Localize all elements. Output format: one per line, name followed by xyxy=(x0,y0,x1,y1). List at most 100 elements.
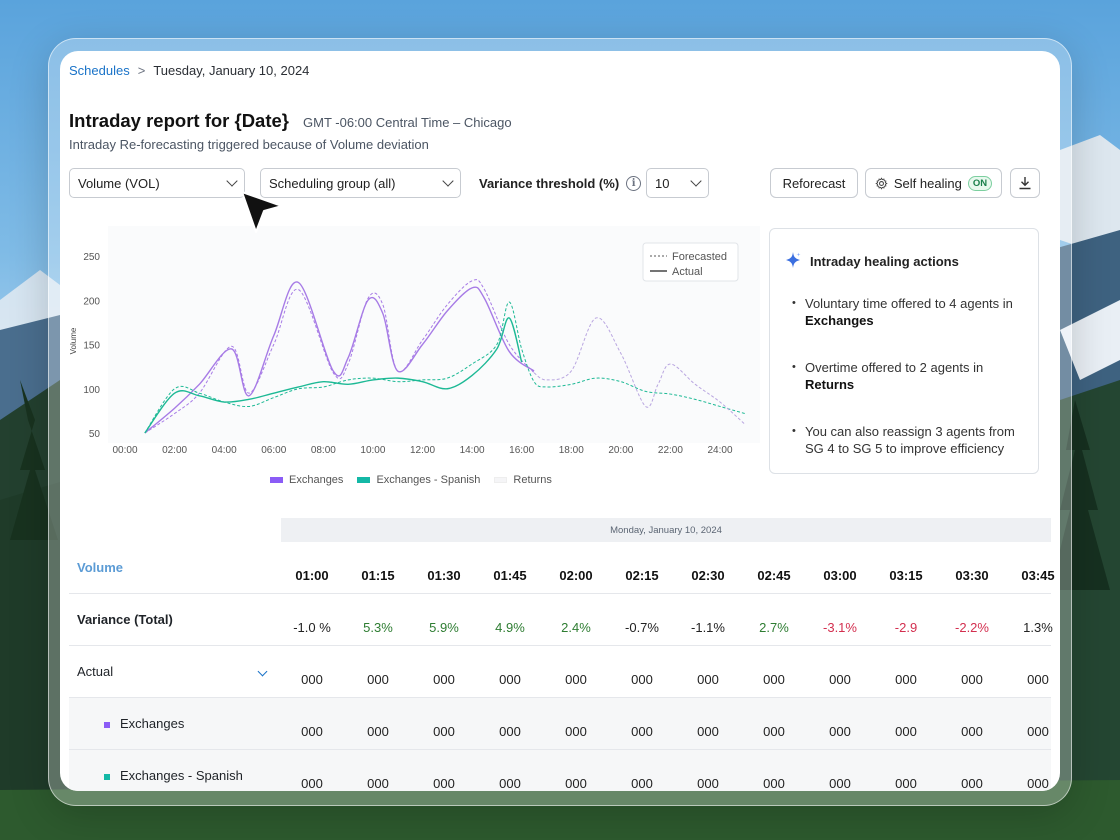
table-cell: 000 xyxy=(301,723,323,739)
table-cell: 000 xyxy=(829,775,851,791)
page-title: Intraday report for {Date} xyxy=(69,110,289,131)
table-header-row: Volume 01:00 01:15 01:30 01:45 02:00 02:15 02:… xyxy=(69,542,1055,594)
time-column-header: 03:30 xyxy=(955,567,989,583)
x-tick-label: 18:00 xyxy=(559,445,584,456)
chart-inner-legend: Forecasted Actual xyxy=(642,242,739,282)
self-healing-status-badge: ON xyxy=(967,175,993,191)
exchanges-spanish-square-icon xyxy=(104,773,110,780)
legend-actual: Actual xyxy=(672,266,703,278)
time-column-header: 01:00 xyxy=(295,567,329,583)
y-tick-label: 250 xyxy=(83,252,100,263)
time-column-header: 02:15 xyxy=(625,567,659,583)
healing-panel-title: Intraday healing actions xyxy=(810,254,959,269)
reforecast-button[interactable]: Reforecast xyxy=(770,168,858,198)
x-tick-label: 20:00 xyxy=(608,445,633,456)
table-cell: 4.9% xyxy=(495,619,525,635)
legend-item-returns[interactable]: Returns xyxy=(494,474,552,486)
table-cell: 000 xyxy=(367,775,389,791)
chevron-down-icon xyxy=(690,175,702,187)
download-button[interactable] xyxy=(1010,168,1040,198)
breadcrumb-schedules-link[interactable]: Schedules xyxy=(69,63,130,78)
table-cell: 2.4% xyxy=(561,619,591,635)
table-cell: 000 xyxy=(301,775,323,791)
table-cell: 000 xyxy=(499,775,521,791)
table-cell: 000 xyxy=(631,723,653,739)
legend-swatch-exchanges-spanish xyxy=(357,477,371,483)
page-subtitle: Intraday Re-forecasting triggered becaus… xyxy=(69,137,429,152)
y-axis-ticks: 250 200 150 100 50 xyxy=(83,252,100,440)
table-cell: 000 xyxy=(565,775,587,791)
scheduling-group-value: Scheduling group (all) xyxy=(269,175,396,191)
table-cell: 000 xyxy=(697,723,719,739)
healing-actions-panel: Intraday healing actions Voluntary time … xyxy=(769,228,1039,474)
x-tick-label: 02:00 xyxy=(162,445,187,456)
time-column-header: 03:15 xyxy=(889,567,923,583)
time-column-header: 01:15 xyxy=(361,567,395,583)
exchanges-row-label: Exchanges xyxy=(120,716,185,731)
table-cell: 5.9% xyxy=(429,619,459,635)
x-tick-label: 22:00 xyxy=(658,445,683,456)
download-icon xyxy=(1019,177,1031,190)
variance-threshold-value: 10 xyxy=(655,175,670,191)
table-cell: 2.7% xyxy=(759,619,789,635)
legend-item-exchanges-spanish[interactable]: Exchanges - Spanish xyxy=(357,474,480,486)
table-cell: 000 xyxy=(301,671,323,687)
table-date-band: Monday, January 10, 2024 xyxy=(281,518,1051,542)
time-column-header: 03:00 xyxy=(823,567,857,583)
time-column-header: 02:00 xyxy=(559,567,593,583)
healing-actions-list: Voluntary time offered to 4 agents in Ex… xyxy=(792,295,1028,487)
table-cell: 000 xyxy=(565,723,587,739)
scheduling-group-select[interactable]: Scheduling group (all) xyxy=(260,168,461,198)
chevron-down-icon xyxy=(226,175,238,187)
actual-row[interactable]: Actual 000 000 000 000 000 000 000 000 000 000 000… xyxy=(69,646,1051,698)
sparkle-icon xyxy=(786,252,801,268)
table-cell: 000 xyxy=(499,723,521,739)
chevron-down-icon[interactable] xyxy=(257,666,268,677)
table-cell: 000 xyxy=(631,775,653,791)
self-healing-label: Self healing xyxy=(893,175,962,191)
table-cell: 000 xyxy=(895,671,917,687)
table-cell: 5.3% xyxy=(363,619,393,635)
metric-select[interactable]: Volume (VOL) xyxy=(69,168,245,198)
y-tick-label: 150 xyxy=(83,341,100,352)
info-icon[interactable]: i xyxy=(626,176,642,191)
legend-item-exchanges[interactable]: Exchanges xyxy=(270,474,343,486)
table-cell: -2.2% xyxy=(955,619,989,635)
table-cell: 000 xyxy=(697,671,719,687)
x-tick-label: 08:00 xyxy=(311,445,336,456)
breadcrumb-current: Tuesday, January 10, 2024 xyxy=(153,63,310,78)
x-tick-label: 06:00 xyxy=(261,445,286,456)
legend-swatch-exchanges xyxy=(270,477,283,483)
time-column-header: 02:30 xyxy=(691,567,725,583)
volume-line-chart: 250 200 150 100 50 00:00 02:00 04:00 06:00 08:00… xyxy=(69,226,760,456)
table-cell: 000 xyxy=(895,723,917,739)
table-cell: 000 xyxy=(499,671,521,687)
variance-threshold-select[interactable]: 10 xyxy=(646,168,709,198)
table-cell: 000 xyxy=(1027,671,1049,687)
variance-threshold-label: Variance threshold (%) i xyxy=(479,176,642,191)
table-cell: 000 xyxy=(433,671,455,687)
table-cell: -3.1% xyxy=(823,619,857,635)
actual-label: Actual xyxy=(77,664,114,679)
table-cell: 000 xyxy=(829,671,851,687)
table-cell: 000 xyxy=(697,775,719,791)
healing-action-item: Overtime offered to 2 agents in Returns xyxy=(792,359,1028,393)
table-cell: 000 xyxy=(1027,723,1049,739)
table-cell: 000 xyxy=(1027,775,1049,791)
table-cell: 000 xyxy=(829,723,851,739)
table-cell: 000 xyxy=(433,723,455,739)
y-tick-label: 50 xyxy=(89,429,101,440)
table-cell: 000 xyxy=(367,723,389,739)
table-cell: 1.3% xyxy=(1023,619,1053,635)
table-cell: 000 xyxy=(631,671,653,687)
exchanges-square-icon xyxy=(104,721,110,728)
chevron-down-icon xyxy=(442,175,454,187)
legend-forecasted: Forecasted xyxy=(672,251,727,263)
healing-action-item: Voluntary time offered to 4 agents in Ex… xyxy=(792,295,1028,329)
self-healing-button[interactable]: Self healing ON xyxy=(865,168,1002,198)
table-cell: 000 xyxy=(763,671,785,687)
y-axis-label: Volume xyxy=(69,327,78,354)
legend-swatch-returns xyxy=(494,477,508,483)
table-header-label: Volume xyxy=(77,560,123,575)
variance-total-row: Variance (Total) -1.0 % 5.3% 5.9% 4.9% 2.4% -… xyxy=(69,594,1053,646)
